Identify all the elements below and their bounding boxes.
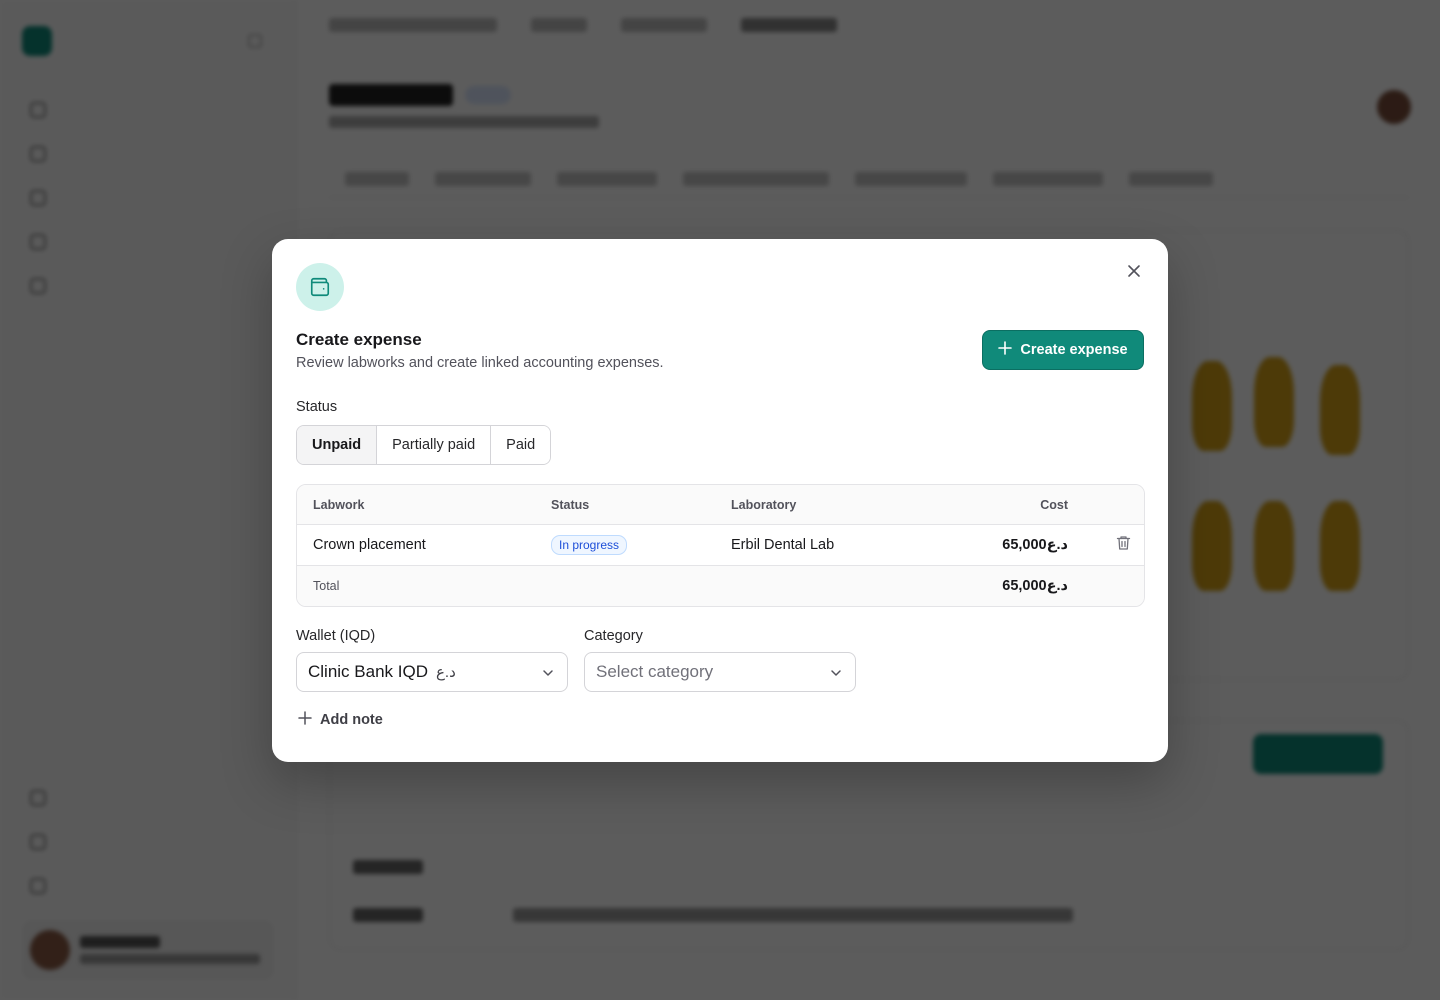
table-row: Crown placement In progress Erbil Dental… xyxy=(297,525,1144,566)
add-note-label: Add note xyxy=(320,712,383,728)
create-expense-button-label: Create expense xyxy=(1020,342,1128,358)
status-cell: In progress xyxy=(551,525,628,565)
total-label: Total xyxy=(313,579,340,593)
labwork-table: Labwork Status Laboratory Cost Crown pla… xyxy=(296,484,1145,607)
total-value: د.ع65,000 xyxy=(1002,578,1068,594)
wallet-icon xyxy=(296,263,344,311)
wallet-select[interactable]: Clinic Bank IQD د.ع xyxy=(296,652,568,692)
column-header-laboratory: Laboratory xyxy=(731,497,797,512)
status-segmented-control: Unpaid Partially paid Paid xyxy=(296,425,552,465)
laboratory-name: Erbil Dental Lab xyxy=(731,537,835,553)
status-option-paid[interactable]: Paid xyxy=(491,426,551,464)
wallet-label: Wallet (IQD) xyxy=(296,628,376,644)
table-header: Labwork Status Laboratory Cost xyxy=(297,485,1144,525)
column-header-cost: Cost xyxy=(1040,497,1068,512)
category-label: Category xyxy=(584,628,643,644)
category-select[interactable]: Select category xyxy=(584,652,856,692)
status-option-unpaid[interactable]: Unpaid xyxy=(297,426,378,464)
status-badge: In progress xyxy=(551,535,628,555)
column-header-status: Status xyxy=(551,497,590,512)
add-note-button[interactable]: Add note xyxy=(298,711,383,729)
create-expense-button[interactable]: Create expense xyxy=(982,330,1144,370)
column-header-labwork: Labwork xyxy=(313,497,365,512)
labwork-name: Crown placement xyxy=(313,537,426,553)
category-select-placeholder: Select category xyxy=(596,662,714,681)
close-button[interactable] xyxy=(1122,261,1146,285)
currency-symbol: د.ع xyxy=(435,664,456,681)
close-icon xyxy=(1126,263,1142,284)
dialog-description: Review labworks and create linked accoun… xyxy=(296,355,664,371)
plus-icon xyxy=(298,711,312,729)
table-total-row: Total د.ع65,000 xyxy=(297,566,1144,606)
trash-icon xyxy=(1116,535,1131,555)
wallet-select-value: Clinic Bank IQD xyxy=(308,662,428,681)
delete-row-button[interactable] xyxy=(1114,525,1132,565)
chevron-down-icon xyxy=(541,665,555,685)
plus-icon xyxy=(998,341,1013,359)
create-expense-dialog: Create expense Review labworks and creat… xyxy=(272,239,1168,762)
dialog-title: Create expense xyxy=(296,330,422,349)
chevron-down-icon xyxy=(829,665,843,685)
cost-value: د.ع65,000 xyxy=(1002,537,1068,553)
status-option-partially-paid[interactable]: Partially paid xyxy=(377,426,492,464)
status-label: Status xyxy=(296,399,338,415)
